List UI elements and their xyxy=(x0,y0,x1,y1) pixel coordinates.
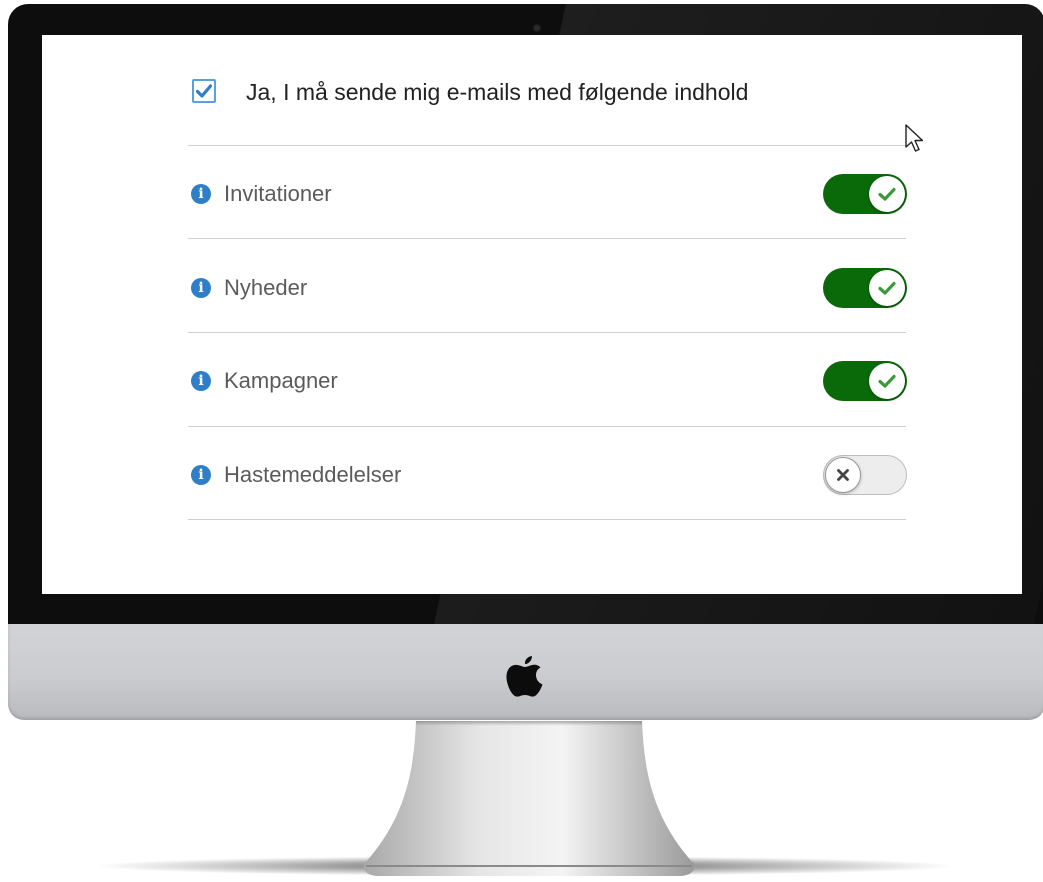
preference-row-kampagner: i Kampagner xyxy=(188,356,907,406)
divider xyxy=(188,145,906,146)
screen: Ja, I må sende mig e-mails med følgende … xyxy=(42,35,1022,594)
info-icon[interactable]: i xyxy=(191,184,211,204)
check-icon xyxy=(878,187,896,201)
toggle-knob xyxy=(869,363,905,399)
info-icon[interactable]: i xyxy=(191,371,211,391)
info-icon[interactable]: i xyxy=(191,465,211,485)
nyheder-toggle[interactable] xyxy=(823,268,907,308)
mouse-cursor-icon xyxy=(905,124,924,152)
checkmark-icon xyxy=(196,84,212,98)
preference-label: Kampagner xyxy=(224,368,338,393)
hastemeddelelser-toggle[interactable] xyxy=(823,455,907,495)
preference-row-hastemeddelelser: i Hastemeddelelser xyxy=(188,450,907,500)
divider xyxy=(188,519,906,520)
email-consent-row: Ja, I må sende mig e-mails med følgende … xyxy=(192,79,908,145)
divider xyxy=(188,238,906,239)
info-icon[interactable]: i xyxy=(191,278,211,298)
preference-label: Invitationer xyxy=(224,181,332,206)
toggle-knob xyxy=(825,457,861,493)
preference-label: Nyheder xyxy=(224,275,308,300)
divider xyxy=(188,332,906,333)
camera-icon xyxy=(534,25,540,31)
check-icon xyxy=(878,374,896,388)
divider xyxy=(188,426,906,427)
email-consent-checkbox[interactable] xyxy=(192,79,216,103)
toggle-knob xyxy=(869,176,905,212)
close-icon xyxy=(837,469,849,481)
preference-row-nyheder: i Nyheder xyxy=(188,263,907,313)
apple-logo-icon xyxy=(506,656,543,697)
email-consent-label: Ja, I må sende mig e-mails med følgende … xyxy=(246,79,749,105)
toggle-knob xyxy=(869,270,905,306)
invitationer-toggle[interactable] xyxy=(823,174,907,214)
check-icon xyxy=(878,281,896,295)
preference-label: Hastemeddelelser xyxy=(224,462,402,487)
preference-row-invitationer: i Invitationer xyxy=(188,169,907,219)
kampagner-toggle[interactable] xyxy=(823,361,907,401)
